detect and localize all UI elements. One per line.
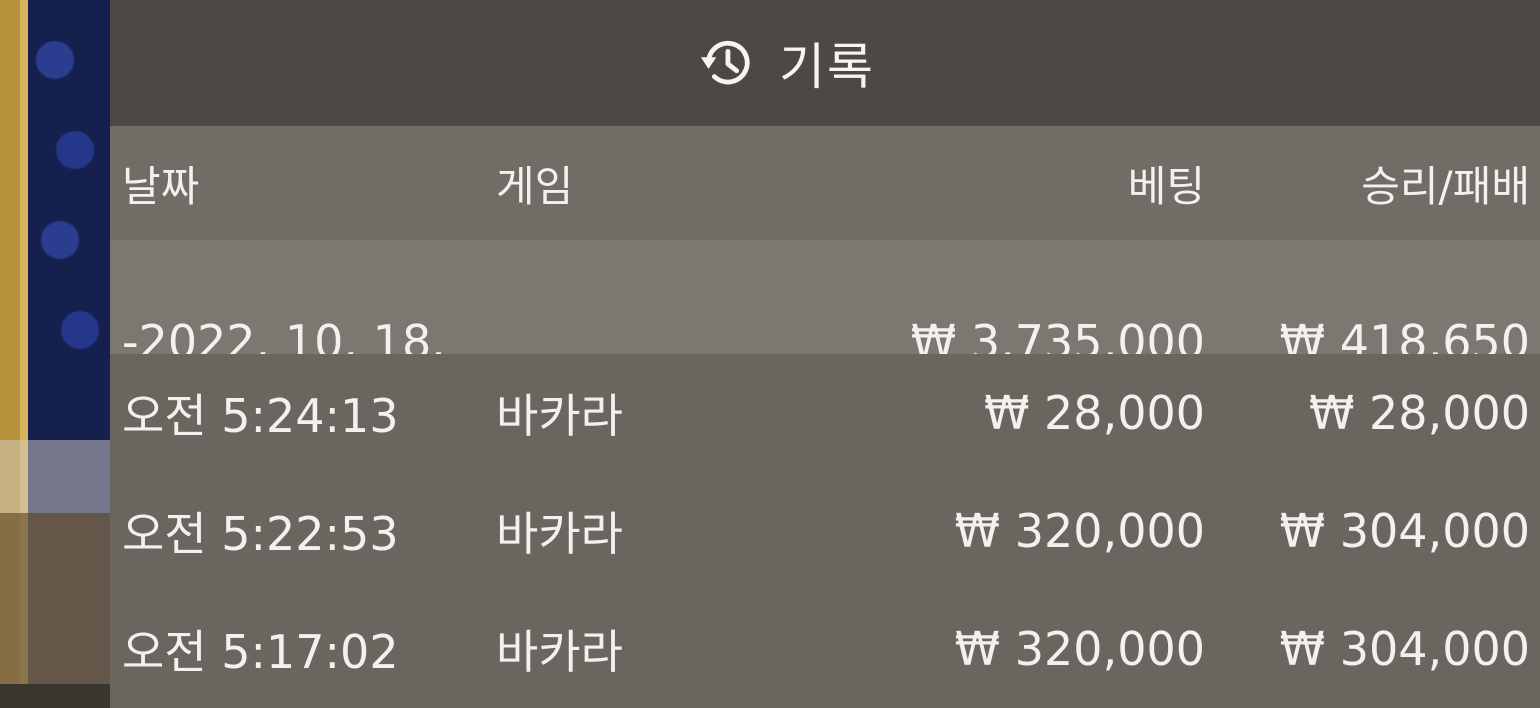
- row-bet: ₩ 28,000: [983, 386, 1205, 440]
- background-chair: [0, 440, 110, 684]
- row-win-loss: ₩ 28,000: [1308, 386, 1530, 440]
- page-title: 기록: [779, 38, 875, 96]
- column-header-game: 게임: [496, 161, 574, 211]
- row-bet: ₩ 320,000: [954, 622, 1205, 676]
- row-game: 바카라: [496, 507, 623, 561]
- history-icon: [700, 40, 750, 85]
- row-time: 오전 5:24:13: [122, 389, 399, 443]
- history-panel: 기록 날짜 게임 베팅 승리/패배 -2022. 10. 18. ₩ 3,735…: [110, 0, 1540, 708]
- row-win-loss: ₩ 304,000: [1279, 504, 1530, 558]
- row-game: 바카라: [496, 625, 623, 679]
- title-group: 기록: [695, 27, 875, 99]
- row-win-loss: ₩ 304,000: [1279, 622, 1530, 676]
- table-row[interactable]: 오전 5:24:13 바카라 ₩ 28,000 ₩ 28,000: [110, 354, 1540, 472]
- table-row[interactable]: 오전 5:22:53 바카라 ₩ 320,000 ₩ 304,000: [110, 472, 1540, 590]
- row-time: 오전 5:17:02: [122, 625, 399, 679]
- row-bet: ₩ 320,000: [954, 504, 1205, 558]
- row-game: 바카라: [496, 389, 623, 443]
- date-summary-row[interactable]: -2022. 10. 18. ₩ 3,735,000 ₩ 418,650: [110, 240, 1540, 369]
- row-time: 오전 5:22:53: [122, 507, 399, 561]
- table-row[interactable]: 오전 5:17:02 바카라 ₩ 320,000 ₩ 304,000: [110, 590, 1540, 708]
